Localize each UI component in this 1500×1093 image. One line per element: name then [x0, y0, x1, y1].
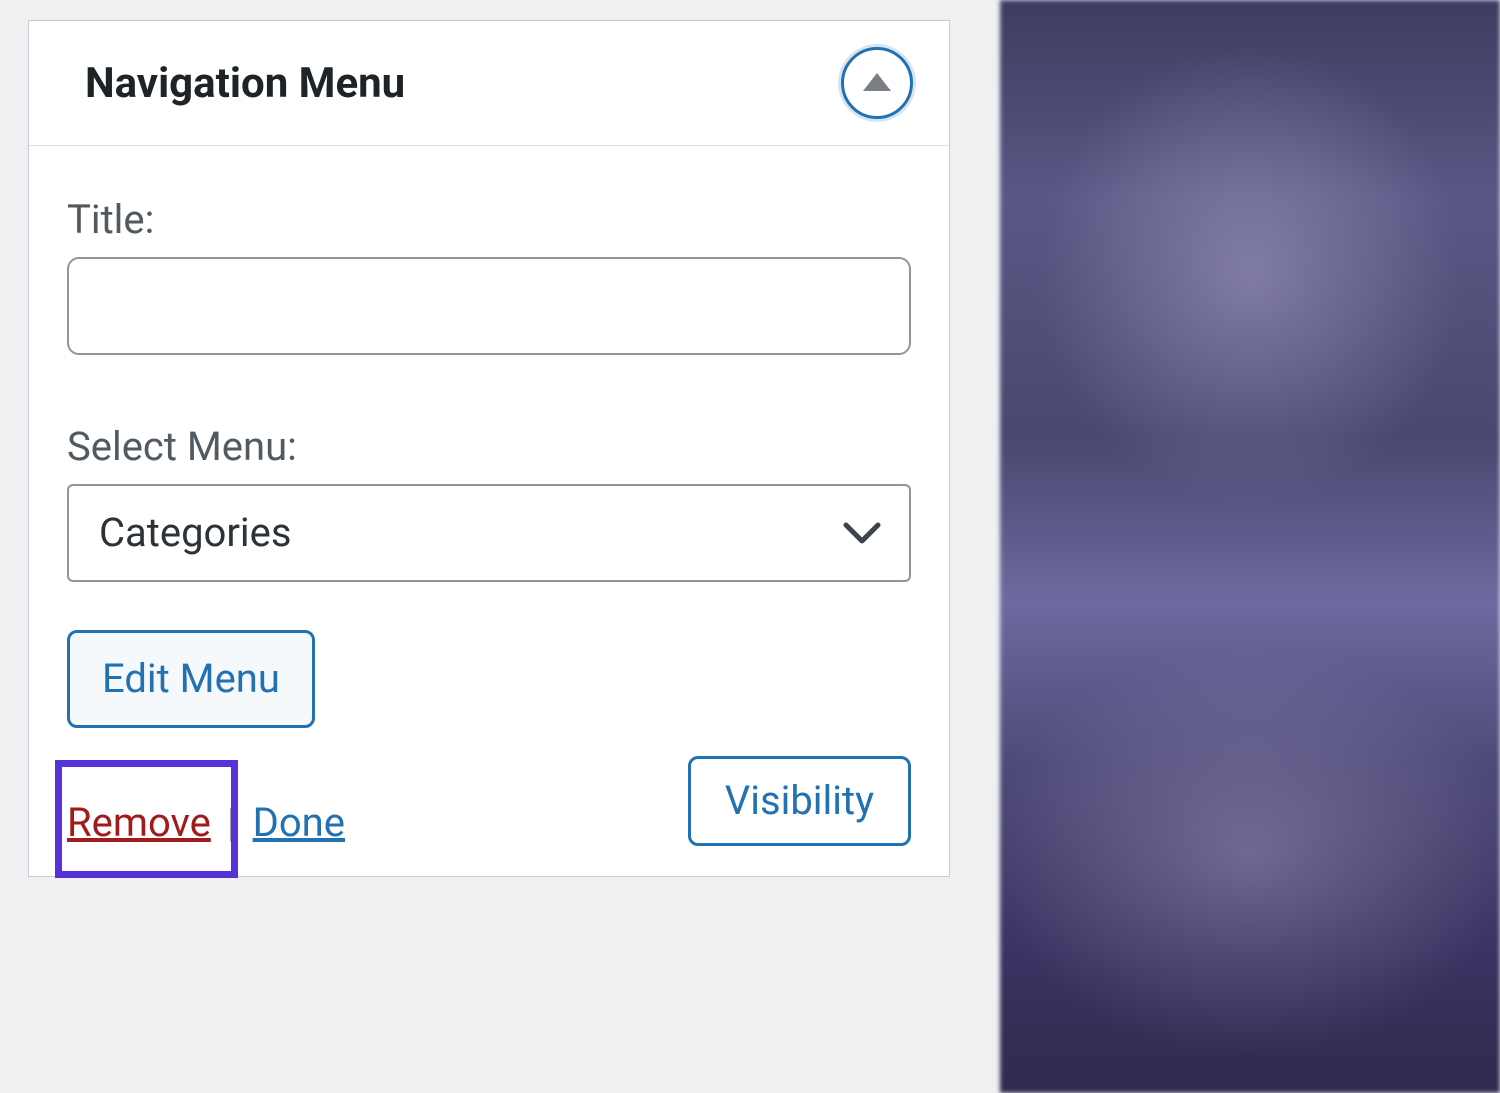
title-field-label: Title:: [67, 196, 911, 243]
triangle-up-icon: [863, 73, 891, 91]
link-separator: |: [227, 799, 237, 846]
widget-header: Navigation Menu: [29, 21, 949, 146]
select-menu-field: Select Menu: Categories: [67, 423, 911, 582]
background-image-strip: [1000, 0, 1500, 1093]
select-menu-dropdown[interactable]: Categories: [67, 484, 911, 582]
widget-title: Navigation Menu: [85, 59, 405, 108]
title-input[interactable]: [67, 257, 911, 355]
navigation-menu-widget: Navigation Menu Title: Select Menu: Cate…: [28, 20, 950, 877]
select-menu-label: Select Menu:: [67, 423, 911, 470]
collapse-button[interactable]: [841, 47, 913, 119]
edit-menu-button[interactable]: Edit Menu: [67, 630, 315, 728]
done-link[interactable]: Done: [253, 799, 345, 846]
widget-footer: Remove | Done Visibility: [67, 756, 911, 846]
visibility-button[interactable]: Visibility: [688, 756, 911, 846]
footer-links: Remove | Done: [67, 799, 345, 846]
widget-body: Title: Select Menu: Categories Edit Menu…: [29, 146, 949, 876]
remove-link[interactable]: Remove: [67, 799, 211, 846]
